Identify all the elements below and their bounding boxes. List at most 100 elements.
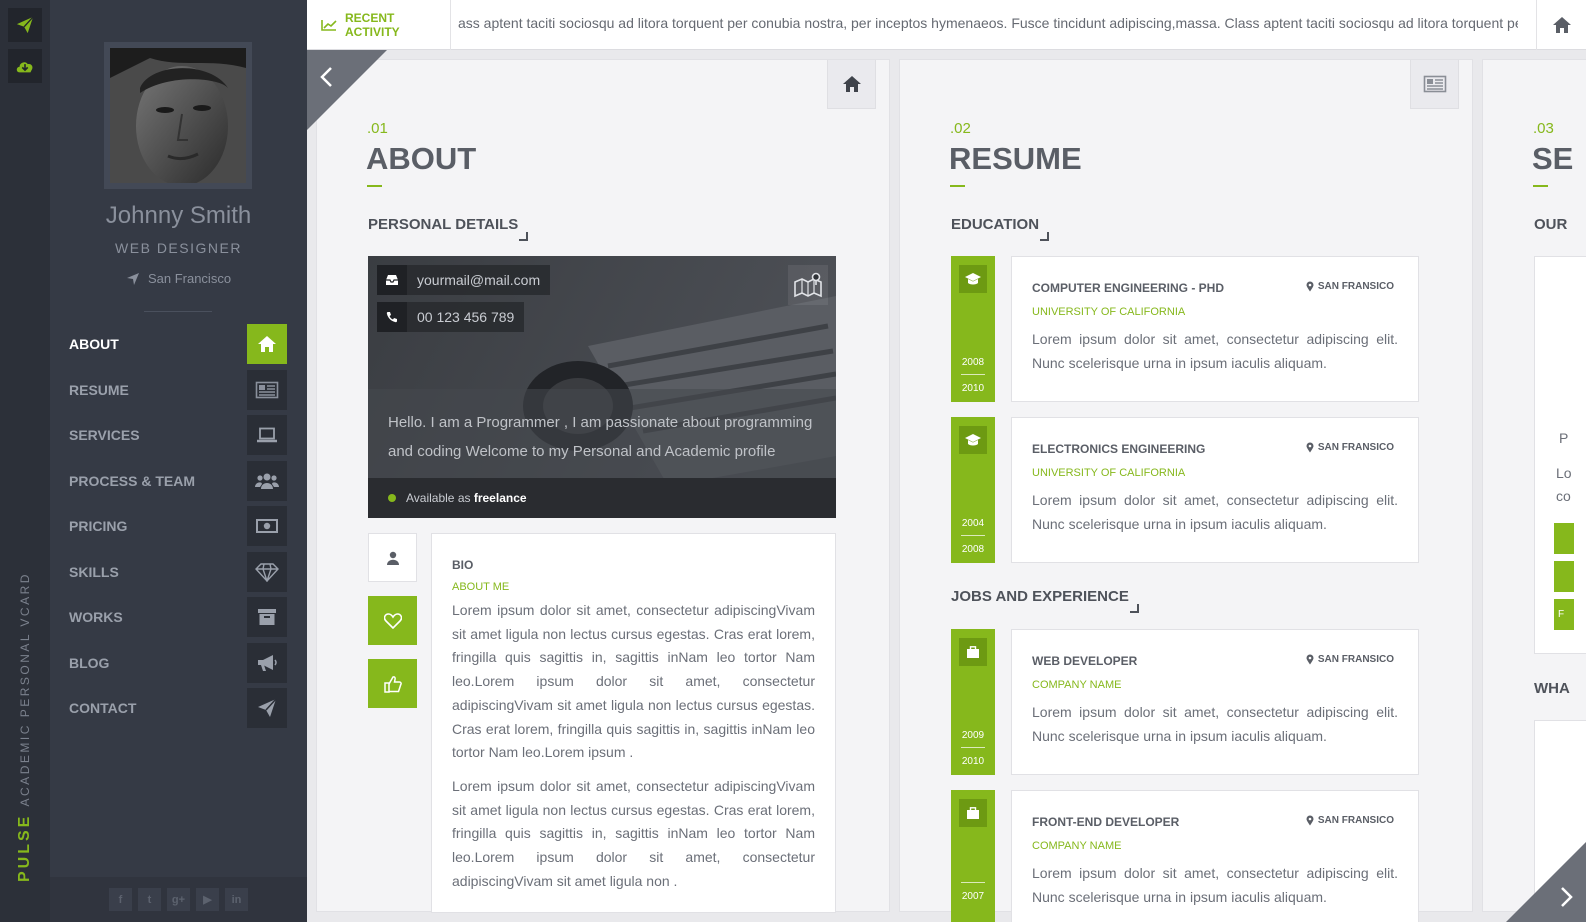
personal-details-card: yourmail@mail.com 00 123 456 789 Hello. … — [368, 256, 836, 518]
year-to: 2008 — [961, 544, 985, 555]
education-heading: EDUCATION — [951, 216, 1050, 241]
nav-item-about[interactable]: ABOUT — [50, 324, 307, 364]
card-text: Lorem ipsum dolor sit amet, consectetur … — [1032, 865, 1398, 905]
linkedin-icon[interactable]: in — [225, 888, 248, 911]
availability-status: Available as freelance — [368, 478, 836, 518]
timeline-bar: 2007 — [951, 790, 995, 922]
card-subtitle: UNIVERSITY OF CALIFORNIA — [1032, 467, 1186, 479]
card-subtitle: COMPANY NAME — [1032, 679, 1122, 691]
users-icon — [247, 461, 287, 501]
service-card-text: co — [1556, 488, 1571, 504]
year-separator — [961, 882, 985, 883]
nav-label: ABOUT — [69, 336, 119, 352]
status-dot — [388, 494, 396, 502]
archive-icon — [247, 597, 287, 637]
twitter-icon[interactable]: t — [138, 888, 161, 911]
youtube-icon[interactable]: ▶ — [196, 888, 219, 911]
avatar — [104, 42, 252, 189]
home-icon[interactable] — [827, 60, 876, 109]
page-title: RESUME — [949, 141, 1082, 176]
activity-ticker: ass aptent taciti sociosqu ad litora tor… — [458, 15, 1518, 31]
chevron-right-icon[interactable] — [1558, 886, 1574, 908]
vertical-brand: PULSE ACADEMIC PERSONAL VCARD — [2, 572, 48, 900]
year-to: 2010 — [961, 756, 985, 767]
nav-item-works[interactable]: WORKS — [50, 597, 307, 637]
nav-item-resume[interactable]: RESUME — [50, 370, 307, 410]
chevron-left-icon[interactable] — [319, 66, 335, 88]
newspaper-icon — [247, 370, 287, 410]
year-to: 2010 — [961, 383, 985, 394]
content-area: .01 ABOUT PERSONAL DETAILS yourmail@mail… — [307, 50, 1586, 922]
diamond-icon — [247, 552, 287, 592]
social-links: f t g+ ▶ in — [50, 877, 307, 922]
card-text: Lorem ipsum dolor sit amet, consectetur … — [1032, 331, 1398, 371]
section-heading: PERSONAL DETAILS — [368, 216, 529, 241]
card-title: FRONT-END DEVELOPER — [1032, 815, 1180, 829]
brand-word-pulse: PULSE — [16, 813, 33, 882]
bio-paragraph: Lorem ipsum dolor sit amet, consectetur … — [452, 777, 815, 889]
phone-value[interactable]: 00 123 456 789 — [407, 309, 524, 325]
year-from: 2004 — [961, 518, 985, 529]
jobs-heading: JOBS AND EXPERIENCE — [951, 588, 1139, 613]
nav-item-skills[interactable]: SKILLS — [50, 552, 307, 592]
facebook-icon[interactable]: f — [109, 888, 132, 911]
job-card: FRONT-END DEVELOPER SAN FRANSICO COMPANY… — [1011, 790, 1419, 922]
year-from: 2009 — [961, 730, 985, 741]
title-underline — [367, 185, 382, 187]
year-separator — [961, 535, 985, 536]
email-value[interactable]: yourmail@mail.com — [407, 272, 550, 288]
paper-plane-icon — [247, 688, 287, 728]
map-marker-icon — [1306, 442, 1314, 453]
timeline-bar: 2008 2010 — [951, 256, 995, 402]
services-panel: .03 SE OUR P Lo co F WHA — [1482, 59, 1586, 920]
nav-label: PRICING — [69, 518, 128, 534]
briefcase-icon — [959, 638, 987, 666]
nav-item-blog[interactable]: BLOG — [50, 643, 307, 683]
availability-value: freelance — [473, 491, 527, 505]
nav-label: CONTACT — [69, 700, 137, 716]
greeting-text: Hello. I am a Programmer , I am passiona… — [368, 389, 836, 478]
bullhorn-icon — [247, 643, 287, 683]
nav-label: BLOG — [69, 655, 110, 671]
profile-location: San Francisco — [50, 271, 307, 286]
briefcase-icon — [959, 799, 987, 827]
sidebar: Johnny Smith WEB DESIGNER San Francisco … — [50, 0, 307, 922]
section-number: .02 — [950, 120, 971, 137]
home-icon[interactable] — [1536, 0, 1586, 50]
paper-plane-icon[interactable] — [8, 8, 42, 42]
user-icon[interactable] — [368, 533, 417, 582]
heart-icon[interactable] — [368, 596, 417, 645]
service-accent — [1554, 523, 1574, 554]
google-plus-icon[interactable]: g+ — [167, 888, 190, 911]
location-arrow-icon — [126, 272, 140, 286]
cloud-download-icon[interactable] — [8, 49, 42, 83]
about-panel: .01 ABOUT PERSONAL DETAILS yourmail@mail… — [307, 50, 890, 913]
bio-subtitle: ABOUT ME — [452, 581, 510, 593]
thumbs-up-icon[interactable] — [368, 659, 417, 708]
money-icon — [247, 506, 287, 546]
recent-activity[interactable]: RECENT ACTIVITY — [307, 0, 451, 50]
card-text: Lorem ipsum dolor sit amet, consectetur … — [1032, 492, 1398, 532]
card-location: SAN FRANSICO — [1306, 654, 1394, 665]
year-separator — [961, 374, 985, 375]
nav-item-services[interactable]: SERVICES — [50, 415, 307, 455]
card-subtitle: UNIVERSITY OF CALIFORNIA — [1032, 306, 1186, 318]
service-card-text: Lo — [1556, 465, 1572, 481]
profile-role: WEB DESIGNER — [115, 240, 242, 256]
nav-item-pricing[interactable]: PRICING — [50, 506, 307, 546]
page-title: SE — [1532, 141, 1574, 176]
education-card: COMPUTER ENGINEERING - PHD SAN FRANSICO … — [1011, 256, 1419, 402]
newspaper-icon[interactable] — [1410, 60, 1459, 109]
nav-item-contact[interactable]: CONTACT — [50, 688, 307, 728]
card-title: WEB DEVELOPER — [1032, 654, 1138, 668]
map-pin-icon[interactable] — [788, 265, 828, 305]
service-accent — [1554, 561, 1574, 592]
left-strip: PULSE ACADEMIC PERSONAL VCARD — [0, 0, 50, 922]
map-marker-icon — [1306, 281, 1314, 292]
graduation-cap-icon — [959, 265, 987, 293]
nav-label: WORKS — [69, 609, 123, 625]
card-title: ELECTRONICS ENGINEERING — [1032, 442, 1206, 456]
timeline-bar: 2004 2008 — [951, 417, 995, 563]
nav-item-process-team[interactable]: PROCESS & TEAM — [50, 461, 307, 501]
service-card: P Lo co — [1534, 256, 1586, 654]
